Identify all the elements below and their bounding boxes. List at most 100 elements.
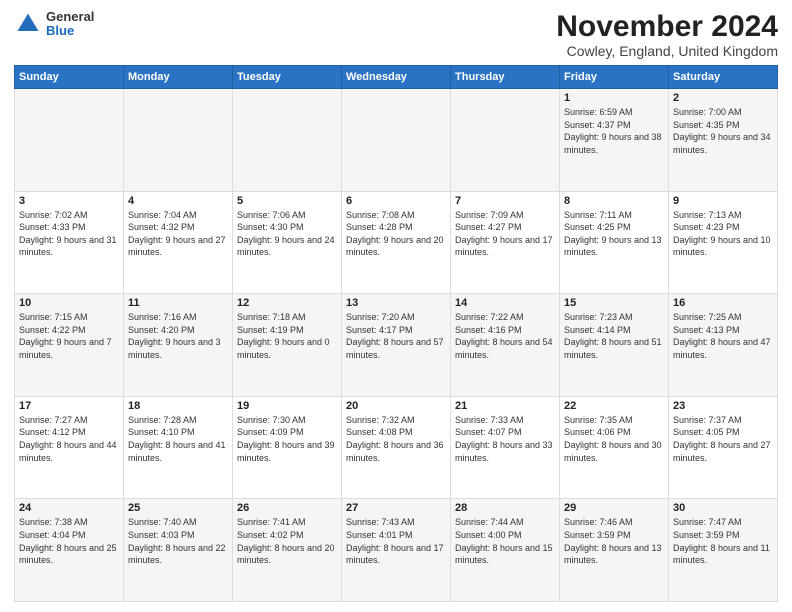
col-tuesday: Tuesday — [233, 66, 342, 89]
day-info: Sunrise: 7:04 AM Sunset: 4:32 PM Dayligh… — [128, 209, 228, 259]
page: General Blue November 2024 Cowley, Engla… — [0, 0, 792, 612]
day-number: 23 — [673, 400, 773, 412]
day-number: 15 — [564, 297, 664, 309]
day-info: Sunrise: 7:44 AM Sunset: 4:00 PM Dayligh… — [455, 516, 555, 566]
calendar-cell: 3 Sunrise: 7:02 AM Sunset: 4:33 PM Daylig… — [15, 191, 124, 294]
calendar-cell: 11Sunrise: 7:16 AM Sunset: 4:20 PM Dayli… — [124, 294, 233, 397]
calendar-week-4: 17Sunrise: 7:27 AM Sunset: 4:12 PM Dayli… — [15, 396, 778, 499]
calendar-cell: 6 Sunrise: 7:08 AM Sunset: 4:28 PM Daylig… — [342, 191, 451, 294]
calendar-table: Sunday Monday Tuesday Wednesday Thursday… — [14, 65, 778, 602]
day-number: 25 — [128, 502, 228, 514]
logo-general-text: General — [46, 10, 94, 24]
day-number: 27 — [346, 502, 446, 514]
calendar-cell: 30 Sunrise: 7:47 AM Sunset: 3:59 PM Dayli… — [669, 499, 778, 602]
col-thursday: Thursday — [451, 66, 560, 89]
calendar-week-1: 1 Sunrise: 6:59 AM Sunset: 4:37 PM Daylig… — [15, 89, 778, 192]
day-number: 18 — [128, 400, 228, 412]
col-sunday: Sunday — [15, 66, 124, 89]
day-number: 20 — [346, 400, 446, 412]
day-info: Sunrise: 7:16 AM Sunset: 4:20 PM Dayligh… — [128, 311, 228, 361]
day-number: 13 — [346, 297, 446, 309]
calendar-body: 1 Sunrise: 6:59 AM Sunset: 4:37 PM Daylig… — [15, 89, 778, 602]
calendar-cell: 26Sunrise: 7:41 AM Sunset: 4:02 PM Dayli… — [233, 499, 342, 602]
month-title: November 2024 — [556, 10, 778, 43]
day-info: Sunrise: 7:30 AM Sunset: 4:09 PM Dayligh… — [237, 414, 337, 464]
day-number: 26 — [237, 502, 337, 514]
day-number: 3 — [19, 195, 119, 207]
logo-icon — [14, 10, 42, 38]
day-info: Sunrise: 7:35 AM Sunset: 4:06 PM Dayligh… — [564, 414, 664, 464]
day-number: 4 — [128, 195, 228, 207]
day-number: 22 — [564, 400, 664, 412]
day-number: 1 — [564, 92, 664, 104]
col-saturday: Saturday — [669, 66, 778, 89]
day-info: Sunrise: 7:00 AM Sunset: 4:35 PM Dayligh… — [673, 106, 773, 156]
calendar-cell: 2Sunrise: 7:00 AM Sunset: 4:35 PM Daylig… — [669, 89, 778, 192]
location: Cowley, England, United Kingdom — [556, 43, 778, 59]
title-block: November 2024 Cowley, England, United Ki… — [556, 10, 778, 59]
header-row: Sunday Monday Tuesday Wednesday Thursday… — [15, 66, 778, 89]
day-number: 10 — [19, 297, 119, 309]
day-info: Sunrise: 7:11 AM Sunset: 4:25 PM Dayligh… — [564, 209, 664, 259]
day-info: Sunrise: 7:25 AM Sunset: 4:13 PM Dayligh… — [673, 311, 773, 361]
logo-blue-text: Blue — [46, 24, 94, 38]
day-info: Sunrise: 7:37 AM Sunset: 4:05 PM Dayligh… — [673, 414, 773, 464]
calendar-cell — [124, 89, 233, 192]
col-friday: Friday — [560, 66, 669, 89]
calendar-cell: 18 Sunrise: 7:28 AM Sunset: 4:10 PM Dayli… — [124, 396, 233, 499]
day-info: Sunrise: 7:06 AM Sunset: 4:30 PM Dayligh… — [237, 209, 337, 259]
day-info: Sunrise: 6:59 AM Sunset: 4:37 PM Dayligh… — [564, 106, 664, 156]
day-info: Sunrise: 7:15 AM Sunset: 4:22 PM Dayligh… — [19, 311, 119, 361]
day-info: Sunrise: 7:08 AM Sunset: 4:28 PM Dayligh… — [346, 209, 446, 259]
calendar-cell: 1 Sunrise: 6:59 AM Sunset: 4:37 PM Daylig… — [560, 89, 669, 192]
col-monday: Monday — [124, 66, 233, 89]
calendar-cell: 23 Sunrise: 7:37 AM Sunset: 4:05 PM Dayli… — [669, 396, 778, 499]
day-number: 7 — [455, 195, 555, 207]
calendar-cell: 12 Sunrise: 7:18 AM Sunset: 4:19 PM Dayli… — [233, 294, 342, 397]
day-number: 29 — [564, 502, 664, 514]
calendar-cell: 29 Sunrise: 7:46 AM Sunset: 3:59 PM Dayli… — [560, 499, 669, 602]
calendar-cell: 14 Sunrise: 7:22 AM Sunset: 4:16 PM Dayli… — [451, 294, 560, 397]
calendar-cell — [233, 89, 342, 192]
day-info: Sunrise: 7:43 AM Sunset: 4:01 PM Dayligh… — [346, 516, 446, 566]
day-number: 14 — [455, 297, 555, 309]
day-info: Sunrise: 7:28 AM Sunset: 4:10 PM Dayligh… — [128, 414, 228, 464]
calendar-cell: 7 Sunrise: 7:09 AM Sunset: 4:27 PM Daylig… — [451, 191, 560, 294]
calendar-cell: 10 Sunrise: 7:15 AM Sunset: 4:22 PM Dayli… — [15, 294, 124, 397]
day-info: Sunrise: 7:09 AM Sunset: 4:27 PM Dayligh… — [455, 209, 555, 259]
calendar-cell: 24Sunrise: 7:38 AM Sunset: 4:04 PM Dayli… — [15, 499, 124, 602]
day-number: 24 — [19, 502, 119, 514]
calendar-cell — [15, 89, 124, 192]
day-number: 8 — [564, 195, 664, 207]
calendar-cell — [451, 89, 560, 192]
day-number: 6 — [346, 195, 446, 207]
calendar-cell: 19Sunrise: 7:30 AM Sunset: 4:09 PM Dayli… — [233, 396, 342, 499]
calendar-cell: 28 Sunrise: 7:44 AM Sunset: 4:00 PM Dayli… — [451, 499, 560, 602]
day-number: 12 — [237, 297, 337, 309]
calendar-week-5: 24Sunrise: 7:38 AM Sunset: 4:04 PM Dayli… — [15, 499, 778, 602]
day-info: Sunrise: 7:23 AM Sunset: 4:14 PM Dayligh… — [564, 311, 664, 361]
day-info: Sunrise: 7:02 AM Sunset: 4:33 PM Dayligh… — [19, 209, 119, 259]
day-info: Sunrise: 7:47 AM Sunset: 3:59 PM Dayligh… — [673, 516, 773, 566]
calendar-cell: 4 Sunrise: 7:04 AM Sunset: 4:32 PM Daylig… — [124, 191, 233, 294]
calendar-cell: 13Sunrise: 7:20 AM Sunset: 4:17 PM Dayli… — [342, 294, 451, 397]
calendar-cell: 5Sunrise: 7:06 AM Sunset: 4:30 PM Daylig… — [233, 191, 342, 294]
calendar-cell: 16 Sunrise: 7:25 AM Sunset: 4:13 PM Dayli… — [669, 294, 778, 397]
day-info: Sunrise: 7:22 AM Sunset: 4:16 PM Dayligh… — [455, 311, 555, 361]
calendar: Sunday Monday Tuesday Wednesday Thursday… — [14, 65, 778, 602]
day-number: 17 — [19, 400, 119, 412]
day-info: Sunrise: 7:18 AM Sunset: 4:19 PM Dayligh… — [237, 311, 337, 361]
day-info: Sunrise: 7:46 AM Sunset: 3:59 PM Dayligh… — [564, 516, 664, 566]
day-info: Sunrise: 7:13 AM Sunset: 4:23 PM Dayligh… — [673, 209, 773, 259]
calendar-header: Sunday Monday Tuesday Wednesday Thursday… — [15, 66, 778, 89]
day-number: 30 — [673, 502, 773, 514]
day-number: 21 — [455, 400, 555, 412]
calendar-cell: 9Sunrise: 7:13 AM Sunset: 4:23 PM Daylig… — [669, 191, 778, 294]
logo-text: General Blue — [46, 10, 94, 39]
day-number: 28 — [455, 502, 555, 514]
calendar-cell: 27 Sunrise: 7:43 AM Sunset: 4:01 PM Dayli… — [342, 499, 451, 602]
calendar-cell: 15 Sunrise: 7:23 AM Sunset: 4:14 PM Dayli… — [560, 294, 669, 397]
calendar-cell: 25Sunrise: 7:40 AM Sunset: 4:03 PM Dayli… — [124, 499, 233, 602]
calendar-cell: 17Sunrise: 7:27 AM Sunset: 4:12 PM Dayli… — [15, 396, 124, 499]
day-number: 16 — [673, 297, 773, 309]
